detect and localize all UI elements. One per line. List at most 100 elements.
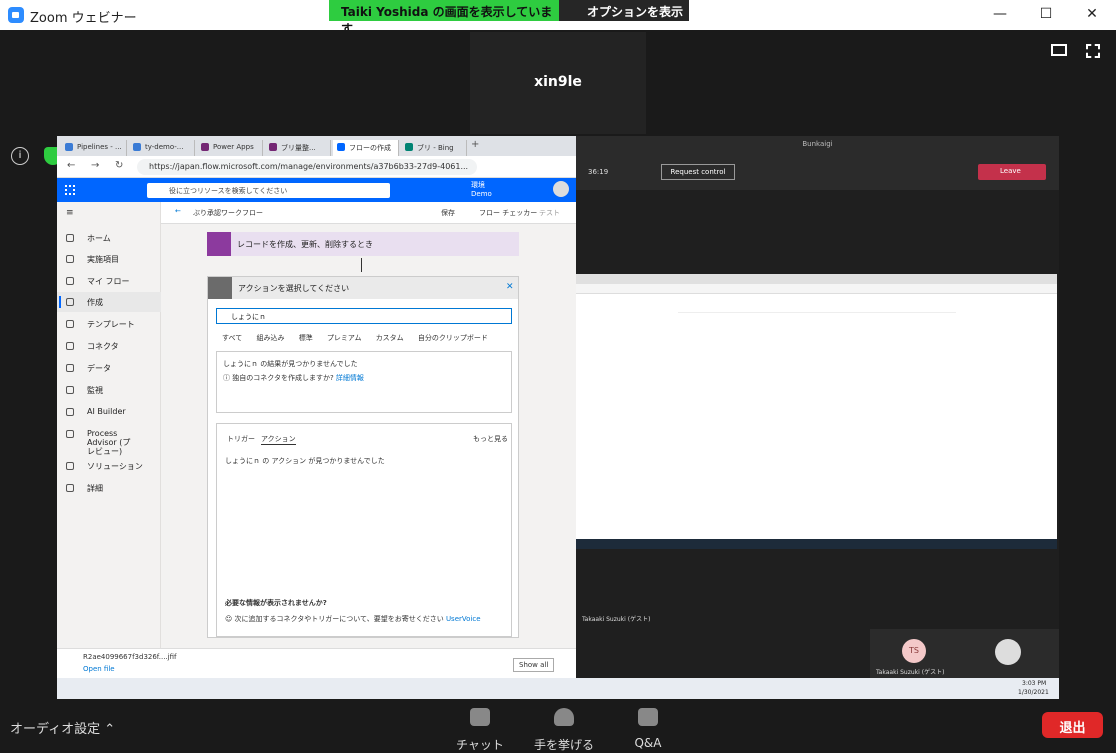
sidebar-item-data[interactable]: データ — [57, 358, 161, 378]
audio-settings-button[interactable]: オーディオ設定 ⌃ — [10, 718, 115, 737]
sidebar-item-action-items[interactable]: 実施項目 — [57, 249, 161, 269]
env-label: 環境 — [471, 181, 485, 189]
qa-icon[interactable] — [638, 708, 658, 726]
chevron-up-icon: ⌃ — [104, 722, 116, 737]
back-icon[interactable]: ← — [67, 160, 75, 171]
tab-built-in[interactable]: 組み込み — [256, 334, 284, 342]
browser-tab[interactable]: Pipelines - ... — [61, 140, 127, 156]
sidebar-item-process-advisor[interactable]: Process Advisor (プレビュー) — [57, 424, 137, 456]
connector-icon — [66, 342, 74, 350]
show-all-button[interactable]: Show all — [513, 658, 555, 672]
sidebar-item-home[interactable]: ホーム — [57, 228, 161, 248]
action-search-input[interactable]: しょうにｎ — [216, 308, 512, 324]
raise-hand-button[interactable]: 手を挙げる — [534, 736, 594, 753]
audio-settings-label: オーディオ設定 — [10, 722, 101, 737]
new-tab-icon[interactable]: + — [471, 139, 479, 150]
sidebar-item-label: マイ フロー — [87, 277, 130, 286]
sidebar-item-ai-builder[interactable]: AI Builder — [57, 402, 161, 422]
see-more-link[interactable]: もっと見る — [473, 434, 508, 444]
remote-taskbar — [576, 539, 1057, 549]
close-icon[interactable]: ✕ — [506, 282, 514, 292]
sidebar-item-monitor[interactable]: 監視 — [57, 380, 161, 400]
sidebar-item-label: ホーム — [87, 234, 111, 243]
tab-all[interactable]: すべて — [222, 334, 242, 342]
test-button[interactable]: テスト — [539, 208, 560, 218]
tab-triggers[interactable]: トリガー — [227, 434, 255, 444]
leave-button[interactable]: Leave — [978, 164, 1046, 180]
command-bar: ← ぶり承認ワークフロー 保存 フロー チェッカー テスト — [161, 202, 576, 224]
uservoice-link[interactable]: UserVoice — [446, 615, 481, 623]
avatar[interactable] — [553, 181, 569, 197]
minimize-button[interactable]: — — [990, 6, 1010, 24]
open-file-link[interactable]: Open file — [83, 665, 115, 673]
download-file-name[interactable]: R2ae4099667f3d326f....jfif — [83, 653, 177, 661]
action-picker-card: アクションを選択してください ✕ しょうにｎ すべて 組み込み 標準 プレミアム… — [207, 276, 519, 638]
home-icon — [66, 234, 74, 242]
sidebar-item-learn[interactable]: 詳細 — [57, 478, 161, 498]
env-name: Demo — [471, 190, 492, 198]
browser-tab[interactable]: ブリ - Bing — [401, 140, 467, 156]
sidebar-item-label: データ — [87, 364, 111, 373]
sidebar-item-templates[interactable]: テンプレート — [57, 314, 161, 334]
browser-tab[interactable]: ty-demo-... — [129, 140, 195, 156]
sidebar-item-label: テンプレート — [87, 320, 135, 329]
trigger-card[interactable]: レコードを作成、更新、削除するとき — [207, 232, 519, 256]
save-button[interactable]: 保存 — [441, 208, 455, 218]
maximize-button[interactable]: ☐ — [1036, 6, 1056, 24]
gallery-view-icon[interactable] — [1051, 44, 1067, 56]
url-input[interactable]: https://japan.flow.microsoft.com/manage/… — [137, 159, 477, 175]
raise-hand-icon[interactable] — [554, 708, 574, 726]
chat-button[interactable]: チャット — [456, 736, 504, 753]
fullscreen-icon[interactable] — [1086, 44, 1100, 58]
tab-premium[interactable]: プレミアム — [327, 334, 362, 342]
zoom-logo-icon — [8, 7, 24, 23]
speaker-name: xin9le — [534, 74, 582, 90]
sidebar-item-create[interactable]: 作成 — [57, 292, 161, 312]
sidebar-item-solutions[interactable]: ソリューション — [57, 456, 161, 476]
tab-label: Power Apps — [213, 143, 254, 151]
tab-label: Pipelines - ... — [77, 143, 122, 151]
action-picker-title: アクションを選択してください — [208, 277, 518, 299]
exit-button[interactable]: 退出 — [1042, 712, 1103, 738]
sidebar-item-connectors[interactable]: コネクタ — [57, 336, 161, 356]
resource-search-input[interactable]: 役に立つリソースを検索してください — [147, 183, 390, 198]
browser-tab-bar: Pipelines - ... ty-demo-... Power Apps ブ… — [57, 136, 576, 156]
power-automate-header: 役に立つリソースを検索してください 環境 Demo — [57, 178, 576, 202]
browser-tab[interactable]: ブリ量整... — [265, 140, 331, 156]
smile-icon: ☺ — [225, 615, 235, 623]
share-status-banner: Taiki Yoshida の画面を表示しています — [329, 0, 559, 36]
refresh-icon[interactable]: ↻ — [115, 160, 123, 171]
request-control-button[interactable]: Request control — [661, 164, 735, 180]
tab-clipboard[interactable]: 自分のクリップボード — [418, 334, 488, 342]
forward-icon[interactable]: → — [91, 160, 99, 171]
presenter-avatar — [995, 639, 1021, 665]
app-launcher-icon[interactable] — [65, 185, 75, 195]
back-arrow-icon[interactable]: ← — [175, 207, 181, 215]
tab-icon — [269, 143, 277, 151]
participant-tile-name: Takaaki Suzuki (ゲスト) — [876, 669, 945, 676]
teams-window: Bunkaigi 36:19 Request control Leave Tak… — [576, 136, 1059, 679]
browser-tab[interactable]: Power Apps — [197, 140, 263, 156]
info-icon[interactable]: i — [11, 147, 29, 165]
browser-tab-active[interactable]: フローの作成 — [333, 140, 399, 156]
missing-info-text: 必要な情報が表示されませんか? — [225, 599, 327, 607]
qa-button[interactable]: Q&A — [628, 736, 668, 750]
view-options-button[interactable]: オプションを表示 ⌄ — [559, 0, 689, 34]
teams-title: Bunkaigi — [576, 136, 1059, 154]
hamburger-icon[interactable]: ≡ — [66, 208, 74, 218]
flow-checker-button[interactable]: フロー チェッカー — [479, 208, 537, 218]
environment-picker[interactable]: 環境 Demo — [471, 181, 492, 199]
tab-standard[interactable]: 標準 — [299, 334, 313, 342]
tab-actions[interactable]: アクション — [261, 434, 296, 445]
clipboard-icon — [66, 255, 74, 263]
remote-form — [678, 312, 956, 392]
chat-icon[interactable] — [470, 708, 490, 726]
download-bar: R2ae4099667f3d326f....jfif Open file Sho… — [57, 648, 576, 678]
close-button[interactable]: ✕ — [1082, 6, 1102, 24]
flow-editor: ← ぶり承認ワークフロー 保存 フロー チェッカー テスト レコードを作成、更新… — [161, 202, 576, 648]
ai-icon — [66, 408, 74, 416]
tab-custom[interactable]: カスタム — [376, 334, 404, 342]
tab-icon — [337, 143, 345, 151]
details-link[interactable]: 詳細情報 — [336, 374, 364, 382]
sidebar-item-my-flows[interactable]: マイ フロー — [57, 271, 161, 291]
